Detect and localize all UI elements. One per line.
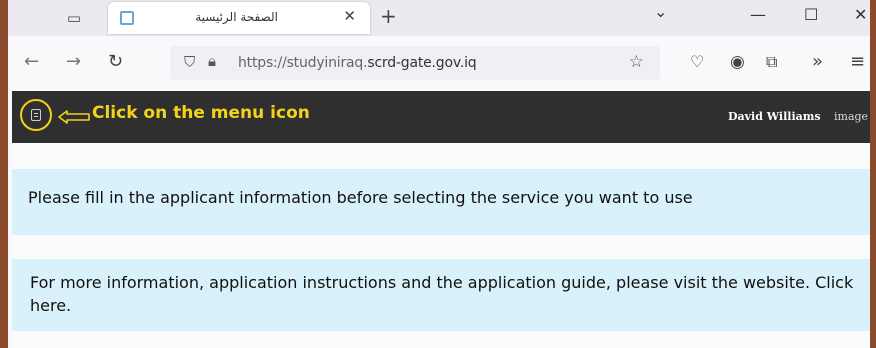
shield-icon[interactable]: ⛉ (184, 53, 195, 71)
url-bar[interactable]: ⛉ 🔒︎ https://studyiniraq.scrd-gate.gov.i… (170, 46, 660, 80)
menu-highlight-circle (20, 99, 52, 131)
app-menu-icon[interactable]: ≡ (850, 52, 865, 72)
arrow-left-icon (58, 110, 90, 124)
user-avatar-image[interactable]: image (834, 110, 868, 123)
minimize-button[interactable]: — (750, 5, 766, 24)
annotation-text: Click on the menu icon (92, 103, 310, 123)
notice-panel-applicant: Please fill in the applicant information… (12, 169, 870, 235)
overflow-icon[interactable]: » (812, 52, 823, 72)
tab-close-icon[interactable]: ✕ (343, 7, 356, 25)
pocket-icon[interactable]: ♡ (690, 52, 704, 72)
extensions-icon[interactable]: ⧉ (766, 52, 777, 72)
notice-text: Please fill in the applicant information… (28, 188, 693, 207)
menu-icon[interactable] (31, 109, 41, 121)
favicon-icon (120, 11, 134, 25)
reload-icon[interactable]: ↻ (108, 52, 123, 72)
notice-link-text[interactable]: For more information, application instru… (30, 273, 853, 315)
tab-strip: ▭ الصفحة الرئيسية ✕ + ⌄ — ☐ ✕ (8, 0, 870, 36)
bookmark-star-icon[interactable]: ☆ (629, 52, 644, 72)
tab-list-icon[interactable]: ▭ (62, 6, 86, 30)
new-tab-button[interactable]: + (380, 4, 397, 28)
back-icon[interactable]: ← (24, 52, 39, 72)
tab-home[interactable]: الصفحة الرئيسية ✕ (108, 2, 370, 34)
tab-title: الصفحة الرئيسية (195, 10, 278, 24)
forward-icon[interactable]: → (66, 52, 81, 72)
url-text[interactable]: https://studyiniraq.scrd-gate.gov.iq (238, 55, 477, 71)
navigation-bar: ← → ↻ ⛉ 🔒︎ https://studyiniraq.scrd-gate… (8, 36, 870, 90)
browser-window: ▭ الصفحة الرئيسية ✕ + ⌄ — ☐ ✕ ← → ↻ ⛉ 🔒︎… (8, 0, 870, 348)
tab-dropdown-icon[interactable]: ⌄ (654, 2, 667, 21)
account-icon[interactable]: ◉ (730, 52, 745, 72)
close-window-button[interactable]: ✕ (854, 5, 867, 24)
site-header: Click on the menu icon David Williams im… (12, 91, 870, 143)
page-content: Please fill in the applicant information… (12, 143, 870, 348)
maximize-button[interactable]: ☐ (804, 5, 818, 24)
lock-icon[interactable]: 🔒︎ (208, 52, 216, 70)
user-name[interactable]: David Williams (728, 110, 821, 123)
notice-panel-info[interactable]: For more information, application instru… (12, 259, 870, 331)
